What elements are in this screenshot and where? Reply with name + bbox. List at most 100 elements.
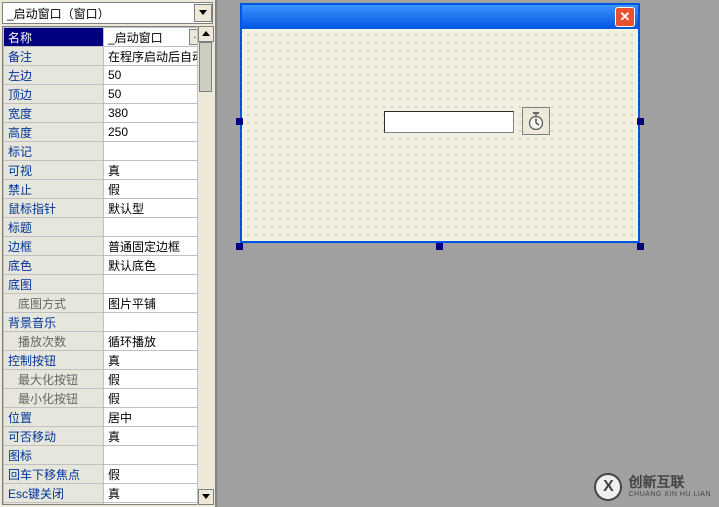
property-value[interactable] [104,218,212,237]
property-row[interactable]: F1键打开帮助假 [4,503,212,506]
resize-handle-bottom-right[interactable] [637,243,644,250]
property-value[interactable] [104,275,212,294]
property-label: 播放次数 [4,332,104,351]
property-value[interactable] [104,142,212,161]
property-row[interactable]: 左边50 [4,66,212,85]
property-value[interactable]: 假 [104,503,212,506]
property-value[interactable]: 在程序启动后自动 [104,47,212,66]
property-row[interactable]: 底图方式图片平铺 [4,294,212,313]
property-row[interactable]: 背景音乐 [4,313,212,332]
property-label: 控制按钮 [4,351,104,370]
property-row[interactable]: 边框普通固定边框 [4,237,212,256]
resize-handle-bottom-mid[interactable] [436,243,443,250]
scroll-thumb[interactable] [199,42,212,92]
scroll-down-button[interactable] [198,489,214,505]
property-row[interactable]: 可视真 [4,161,212,180]
property-label: 禁止 [4,180,104,199]
property-row[interactable]: 底色默认底色 [4,256,212,275]
property-row[interactable]: 高度250 [4,123,212,142]
property-row[interactable]: 播放次数循环播放 [4,332,212,351]
property-row[interactable]: 禁止假 [4,180,212,199]
property-value[interactable]: 图片平铺 [104,294,212,313]
property-value[interactable]: 默认型 [104,199,212,218]
form-client-area[interactable] [244,31,636,239]
property-row[interactable]: 鼠标指针默认型 [4,199,212,218]
property-label: 高度 [4,123,104,142]
property-label: 位置 [4,408,104,427]
property-row[interactable]: 最小化按钮假 [4,389,212,408]
dropdown-arrow-icon[interactable] [194,4,212,22]
resize-handle-right[interactable] [637,118,644,125]
form-window[interactable]: ✕ [240,3,640,243]
form-titlebar[interactable]: ✕ [242,5,638,29]
property-value[interactable]: 380 [104,104,212,123]
property-label: 底色 [4,256,104,275]
property-value[interactable]: 真 [104,427,212,446]
property-row[interactable]: 位置居中 [4,408,212,427]
property-label: 底图方式 [4,294,104,313]
property-value[interactable]: 默认底色 [104,256,212,275]
timer-control[interactable] [522,107,550,135]
property-label: 最大化按钮 [4,370,104,389]
property-row[interactable]: 可否移动真 [4,427,212,446]
property-grid[interactable]: 名称_启动窗口…备注在程序启动后自动左边50顶边50宽度380高度250标记可视… [2,26,213,505]
property-value[interactable]: 真 [104,351,212,370]
property-label: 可否移动 [4,427,104,446]
property-label: 图标 [4,446,104,465]
property-label: 鼠标指针 [4,199,104,218]
resize-handle-bottom-left[interactable] [236,243,243,250]
property-value[interactable]: 假 [104,389,212,408]
property-label: 标题 [4,218,104,237]
property-row[interactable]: 回车下移焦点假 [4,465,212,484]
close-icon[interactable]: ✕ [615,7,635,27]
property-value[interactable]: 假 [104,370,212,389]
property-label: 底图 [4,275,104,294]
property-value[interactable]: 50 [104,85,212,104]
resize-handle-left[interactable] [236,118,243,125]
property-value[interactable]: 50 [104,66,212,85]
property-value[interactable]: _启动窗口… [104,28,212,47]
property-label: 回车下移焦点 [4,465,104,484]
watermark-logo-icon: X [594,473,622,501]
property-row[interactable]: 控制按钮真 [4,351,212,370]
property-value[interactable]: 居中 [104,408,212,427]
property-value[interactable]: 250 [104,123,212,142]
property-value[interactable]: 真 [104,161,212,180]
property-value[interactable]: 循环播放 [104,332,212,351]
property-value[interactable]: 普通固定边框 [104,237,212,256]
property-row[interactable]: 标记 [4,142,212,161]
object-selector-dropdown[interactable]: _启动窗口（窗口） [2,2,213,24]
property-value[interactable]: 假 [104,465,212,484]
textbox-control[interactable] [384,111,514,133]
property-label: 可视 [4,161,104,180]
property-label: 左边 [4,66,104,85]
property-value[interactable]: 假 [104,180,212,199]
property-row[interactable]: Esc键关闭真 [4,484,212,503]
property-row[interactable]: 宽度380 [4,104,212,123]
property-label: 标记 [4,142,104,161]
property-row[interactable]: 最大化按钮假 [4,370,212,389]
dropdown-selected-text: _启动窗口（窗口） [3,5,194,22]
property-label: Esc键关闭 [4,484,104,503]
property-label: 宽度 [4,104,104,123]
properties-panel: _启动窗口（窗口） 名称_启动窗口…备注在程序启动后自动左边50顶边50宽度38… [0,0,217,507]
property-row[interactable]: 图标 [4,446,212,465]
property-label: 边框 [4,237,104,256]
property-row[interactable]: 顶边50 [4,85,212,104]
property-row[interactable]: 标题 [4,218,212,237]
property-label: 最小化按钮 [4,389,104,408]
watermark-brand: 创新互联 [628,475,711,490]
property-value[interactable] [104,446,212,465]
property-label: 背景音乐 [4,313,104,332]
property-value[interactable] [104,313,212,332]
watermark: X 创新互联 CHUANG XIN HU LIAN [594,473,711,501]
property-row[interactable]: 底图 [4,275,212,294]
property-label: F1键打开帮助 [4,503,104,506]
property-value[interactable]: 真 [104,484,212,503]
property-row[interactable]: 备注在程序启动后自动 [4,47,212,66]
design-canvas[interactable]: ✕ X 创新互联 CHUANG XIN HU LIAN [220,0,719,507]
scroll-up-button[interactable] [198,26,214,42]
property-label: 名称 [4,28,104,47]
scrollbar-vertical[interactable] [197,26,213,505]
property-row[interactable]: 名称_启动窗口… [4,28,212,47]
